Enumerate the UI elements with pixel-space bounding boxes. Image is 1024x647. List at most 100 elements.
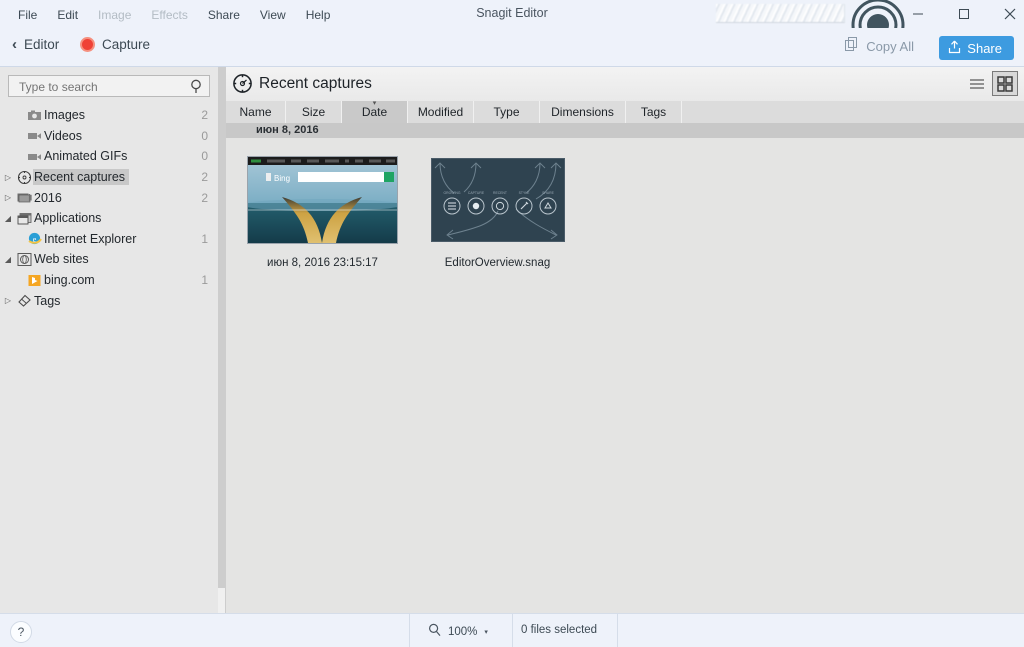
copy-all-label: Copy All: [866, 38, 914, 54]
clock-icon: [16, 169, 33, 185]
globe-icon: [16, 251, 33, 267]
sidebar-item-animated-gifs[interactable]: Animated GIFs 0: [0, 146, 218, 167]
sidebar-item-videos[interactable]: Videos 0: [0, 126, 218, 147]
collapse-arrow-icon[interactable]: ◢: [0, 255, 16, 264]
sidebar-item-label: Tags: [34, 293, 61, 308]
search-icon[interactable]: [190, 79, 204, 97]
list-item[interactable]: GROWING CAPTURE RECENT STYLE SHARE Edito…: [415, 152, 580, 269]
group-header-label: июн 8, 2016: [256, 124, 319, 136]
chevron-down-icon[interactable]: ▾: [484, 628, 488, 636]
sidebar: Images 2 Videos 0 Animated GIFs 0 ▷ Recent capt…: [0, 67, 219, 613]
column-header-name[interactable]: Name: [226, 101, 286, 123]
svg-text:SHARE: SHARE: [542, 191, 554, 195]
view-toggle-group: [964, 71, 1018, 96]
column-header-label: Type: [493, 105, 520, 119]
sidebar-item-tags[interactable]: ▷ Tags: [0, 290, 218, 311]
column-header-type[interactable]: Type: [474, 101, 540, 123]
sidebar-scrollbar-thumb[interactable]: [218, 67, 225, 588]
capture-label: Capture: [102, 37, 151, 52]
sidebar-item-recent-captures[interactable]: ▷ Recent captures 2: [0, 167, 218, 188]
column-header-dimensions[interactable]: Dimensions: [540, 101, 626, 123]
menu-item-image: Image: [98, 8, 132, 22]
back-to-editor-button[interactable]: ‹ Editor: [12, 37, 59, 52]
video-icon: [26, 148, 43, 164]
expand-arrow-icon[interactable]: ▷: [0, 173, 16, 182]
column-header-modified[interactable]: Modified: [408, 101, 474, 123]
svg-text:STYLE: STYLE: [518, 191, 529, 195]
record-dot-icon: [80, 37, 95, 52]
sidebar-item-web-sites[interactable]: ◢ Web sites: [0, 249, 218, 270]
zoom-control[interactable]: 100% ▾: [428, 623, 488, 640]
sidebar-item-internet-explorer[interactable]: e Internet Explorer 1: [0, 229, 218, 250]
selection-status: 0 files selected: [521, 624, 598, 636]
column-header-label: Tags: [640, 105, 667, 119]
sidebar-item-count: 2: [201, 170, 208, 185]
close-button[interactable]: [987, 0, 1024, 28]
column-header-label: Size: [301, 105, 326, 119]
clock-icon: [232, 73, 253, 97]
menu-item-effects: Effects: [151, 8, 188, 22]
sort-indicator-icon: ▾: [372, 100, 377, 107]
column-header-label: Name: [239, 105, 272, 119]
sidebar-item-count: 1: [201, 273, 208, 288]
capture-button[interactable]: Capture: [80, 37, 150, 52]
expand-arrow-icon[interactable]: ▷: [0, 296, 16, 305]
sidebar-item-bing-com[interactable]: bing.com 1: [0, 270, 218, 291]
sidebar-item-count: 2: [201, 190, 208, 205]
bing-icon: [26, 272, 43, 288]
search-box[interactable]: [8, 75, 210, 97]
group-header: июн 8, 2016: [226, 123, 1024, 138]
column-header-date[interactable]: ▾ Date: [342, 100, 408, 123]
sidebar-item-label: Animated GIFs: [44, 149, 128, 164]
menu-item-share[interactable]: Share: [198, 5, 250, 25]
snagit-editor-window: File Edit Image Effects Share View Help Snagit…: [0, 0, 1024, 647]
list-item[interactable]: Bing июн 8, 2016 23:15:17: [240, 152, 405, 269]
help-button[interactable]: ?: [10, 621, 32, 643]
column-header-size[interactable]: Size: [286, 101, 342, 123]
column-header-label: Modified: [417, 105, 464, 119]
folders-icon: [16, 190, 33, 206]
chevron-left-icon: ‹: [12, 36, 17, 53]
capture-grid: Bing июн 8, 2016 23:15:17 GROWING CAPTUR…: [226, 138, 1024, 613]
menu-item-help[interactable]: Help: [296, 5, 341, 25]
bing-screenshot-thumbnail: Bing: [247, 156, 398, 244]
svg-text:e: e: [32, 235, 36, 244]
maximize-button[interactable]: [941, 0, 987, 28]
svg-text:CAPTURE: CAPTURE: [467, 191, 484, 195]
grid-view-icon[interactable]: [992, 71, 1018, 96]
upload-icon: [948, 40, 961, 57]
share-button[interactable]: Share: [939, 36, 1014, 60]
sidebar-item-count: 1: [201, 231, 208, 246]
content-panel: Recent captures Name Size ▾ Date Modifie…: [226, 67, 1024, 613]
search-input[interactable]: [17, 79, 191, 95]
item-caption: июн 8, 2016 23:15:17: [267, 257, 378, 269]
sidebar-item-images[interactable]: Images 2: [0, 105, 218, 126]
collapse-arrow-icon[interactable]: ◢: [0, 214, 16, 223]
status-divider: [409, 614, 410, 647]
copy-all-button[interactable]: Copy All: [845, 37, 914, 55]
svg-text:GROWING: GROWING: [443, 191, 460, 195]
minimize-button[interactable]: [895, 0, 941, 28]
sidebar-item-count: 0: [201, 128, 208, 143]
list-view-icon[interactable]: [964, 71, 990, 96]
sidebar-item-applications[interactable]: ◢ Applications: [0, 208, 218, 229]
thumbnail-container[interactable]: Bing: [240, 152, 405, 248]
sidebar-item-2016[interactable]: ▷ 2016 2: [0, 187, 218, 208]
menu-item-edit[interactable]: Edit: [47, 5, 88, 25]
thumbnail-container[interactable]: GROWING CAPTURE RECENT STYLE SHARE: [415, 152, 580, 248]
expand-arrow-icon[interactable]: ▷: [0, 193, 16, 202]
sidebar-item-label: 2016: [34, 190, 62, 205]
sidebar-item-label: Recent captures: [33, 169, 130, 186]
column-header-tags[interactable]: Tags: [626, 101, 682, 123]
column-header-row: Name Size ▾ Date Modified Type Dimensions Tags: [226, 100, 1024, 123]
ie-icon: e: [26, 231, 43, 247]
status-bar: ? 100% ▾ 0 files selected: [0, 613, 1024, 647]
sidebar-item-label: Applications: [34, 211, 102, 226]
menu-bar: File Edit Image Effects Share View Help: [8, 5, 340, 25]
title-bar: File Edit Image Effects Share View Help Snagit…: [0, 0, 1024, 52]
camera-icon: [26, 107, 43, 123]
menu-item-view[interactable]: View: [250, 5, 296, 25]
menu-item-file[interactable]: File: [8, 5, 47, 25]
sidebar-item-label: Web sites: [34, 252, 89, 267]
redacted-region: [716, 4, 845, 23]
